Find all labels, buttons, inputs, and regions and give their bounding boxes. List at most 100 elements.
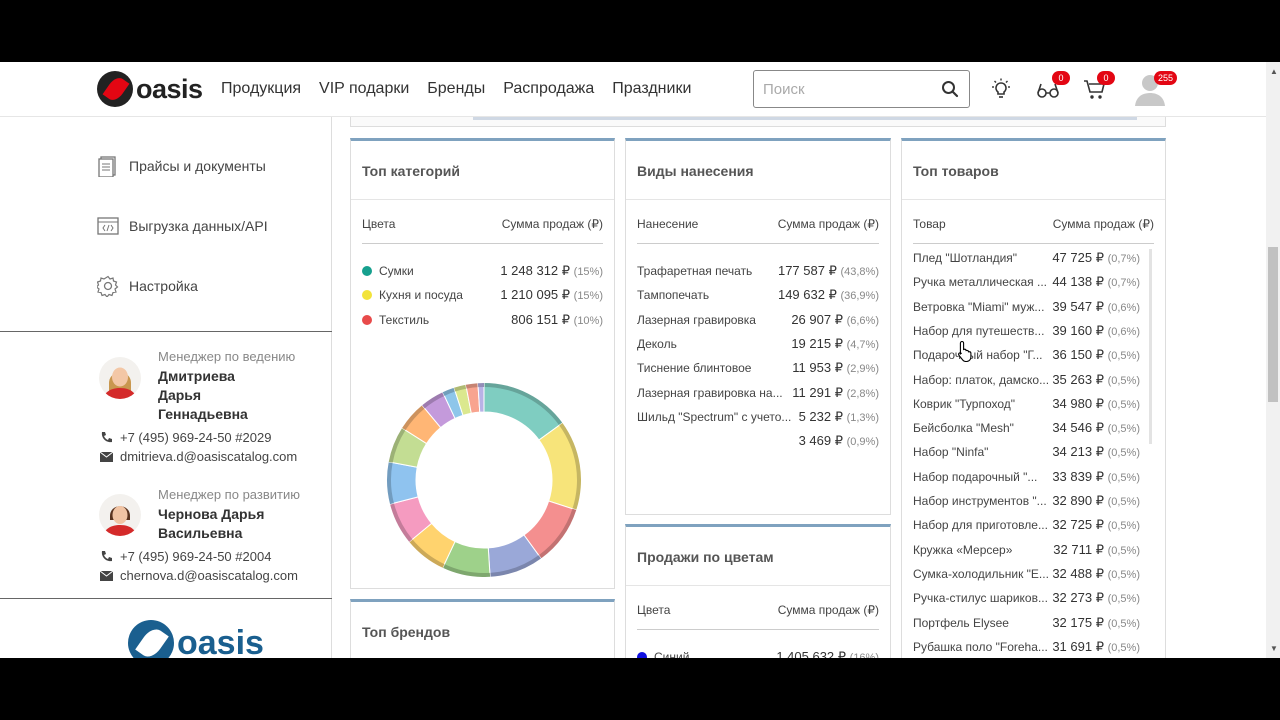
list-item-value: 1 248 312 ₽ (15%): [500, 263, 603, 278]
legend-dot: [637, 652, 647, 658]
panel-divider: [626, 199, 890, 200]
panel-title: Топ товаров: [913, 163, 999, 179]
header-underline: [913, 243, 1154, 244]
main-nav: Продукция VIP подарки Бренды Распродажа …: [221, 80, 691, 98]
manager-name: Васильевна: [158, 525, 243, 541]
list-item-value: 32 711 ₽ (0,5%): [1053, 541, 1140, 557]
list-item-label: Сумка-холодильник "Е...: [913, 566, 1049, 581]
manager-role: Менеджер по ведению: [158, 349, 296, 364]
application-types-panel: Виды нанесения Нанесение Сумма продаж (₽…: [625, 138, 891, 515]
list-item-value: 44 138 ₽ (0,7%): [1052, 274, 1140, 290]
panel-divider: [351, 199, 614, 200]
donut-slice[interactable]: [538, 422, 582, 511]
list-item-label: Кухня и посуда: [362, 288, 463, 302]
products-scrollbar[interactable]: [1149, 249, 1152, 444]
page-scrollbar[interactable]: ▲ ▼: [1266, 62, 1280, 658]
list-item-label: Набор подарочный "...: [913, 469, 1038, 484]
list-item-label: Деколь: [637, 336, 677, 351]
search-input[interactable]: [754, 71, 924, 107]
nav-sale[interactable]: Распродажа: [503, 80, 594, 98]
list-item-label: Портфель Elysee: [913, 615, 1009, 630]
sidebar-item-settings[interactable]: Настройка: [97, 275, 198, 297]
list-item-label: Подарочный набор "Г...: [913, 348, 1043, 363]
list-item-label: Текстиль: [362, 313, 429, 327]
nav-brands[interactable]: Бренды: [427, 80, 485, 98]
list-item-value: 1 405 632 ₽ (16%): [776, 649, 879, 658]
list-item-label: Рубашка поло "Foreha...: [913, 639, 1048, 654]
list-item-value: 26 907 ₽ (6,6%): [791, 311, 879, 327]
email-text: dmitrieva.d@oasiscatalog.com: [120, 449, 298, 464]
manager-email[interactable]: dmitrieva.d@oasiscatalog.com: [100, 449, 297, 464]
list-item-label: Коврик "Турпоход": [913, 396, 1016, 411]
list-item-value: 32 273 ₽ (0,5%): [1052, 590, 1140, 606]
list-item-label: Набор для путешеств...: [913, 323, 1045, 338]
list-item-value: 39 160 ₽ (0,6%): [1052, 322, 1140, 338]
list-item-value: 34 980 ₽ (0,5%): [1052, 395, 1140, 411]
sidebar-item-data-export-api[interactable]: Выгрузка данных/API: [97, 215, 268, 237]
document-icon: [98, 156, 116, 177]
column-header: Цвета: [362, 217, 396, 231]
scroll-down-arrow-icon[interactable]: ▼: [1270, 644, 1278, 653]
hand-cursor-icon: [958, 340, 972, 362]
list-item-label: Лазерная гравировка: [637, 312, 756, 327]
list-item-label: Сумки: [362, 264, 414, 278]
list-item-value: 11 291 ₽ (2,8%): [792, 384, 879, 400]
header-underline: [362, 243, 603, 244]
oasis-logo[interactable]: oasis: [97, 71, 203, 107]
panel-title: Топ брендов: [362, 624, 451, 640]
logo-text: oasis: [136, 73, 203, 104]
nav-products[interactable]: Продукция: [221, 80, 301, 98]
scroll-up-arrow-icon[interactable]: ▲: [1270, 67, 1278, 76]
lightbulb-icon[interactable]: [989, 78, 1013, 102]
sidebar-item-label: Выгрузка данных/API: [129, 218, 268, 234]
list-item-label: Тиснение блинтовое: [637, 361, 752, 376]
email-text: chernova.d@oasiscatalog.com: [120, 568, 298, 583]
filter-strip-bar: [473, 117, 1137, 120]
list-item-label: Лазерная гравировка на...: [637, 385, 783, 400]
list-item-label: Ручка-стилус шариков...: [913, 591, 1048, 606]
logo-text: oasis: [177, 623, 264, 659]
list-item-label: Ручка металлическая ...: [913, 275, 1047, 290]
list-item-label: Кружка «Мерсер»: [913, 542, 1013, 557]
list-item-value: 47 725 ₽ (0,7%): [1052, 250, 1140, 265]
header-underline: [637, 243, 879, 244]
search-icon[interactable]: [941, 80, 959, 98]
header-underline: [637, 629, 879, 630]
manager-phone[interactable]: +7 (495) 969-24-50 #2004: [100, 549, 271, 564]
sidebar-divider: [0, 598, 332, 599]
list-item-value: 177 587 ₽ (43,8%): [777, 263, 879, 278]
sales-by-color-panel: Продажи по цветам Цвета Сумма продаж (₽)…: [625, 524, 891, 658]
legend-dot: [362, 314, 372, 325]
list-item-value: 34 546 ₽ (0,5%): [1052, 420, 1140, 436]
panel-title: Виды нанесения: [637, 163, 754, 179]
list-item-label: Набор для приготовле...: [913, 518, 1048, 533]
list-item-value: 19 215 ₽ (4,7%): [791, 335, 879, 351]
footer-oasis-logo: oasis: [128, 620, 264, 658]
list-item-value: 36 150 ₽ (0,5%): [1052, 347, 1140, 363]
categories-donut-chart[interactable]: [385, 381, 583, 579]
manager-email[interactable]: chernova.d@oasiscatalog.com: [100, 568, 298, 583]
manager-name: Дарья: [158, 387, 202, 403]
sidebar-item-label: Настройка: [129, 278, 198, 294]
column-header: Товар: [913, 217, 946, 231]
list-item-value: 806 151 ₽ (10%): [511, 311, 603, 327]
manager-phone[interactable]: +7 (495) 969-24-50 #2029: [100, 430, 271, 445]
list-item-value: 33 839 ₽ (0,5%): [1052, 468, 1140, 484]
gear-icon: [97, 275, 119, 297]
list-item-label: Тампопечать: [637, 288, 710, 303]
filter-strip: [350, 117, 1166, 127]
column-header: Нанесение: [637, 217, 699, 231]
list-item-value: 39 547 ₽ (0,6%): [1052, 298, 1140, 314]
list-item-value: 1 210 095 ₽ (15%): [500, 287, 603, 303]
manager-photo-avatar: [99, 494, 141, 536]
cart-count-badge: 0: [1097, 71, 1115, 85]
list-item-value: 31 691 ₽ (0,5%): [1052, 638, 1140, 654]
nav-holidays[interactable]: Праздники: [612, 80, 691, 98]
scrollbar-thumb[interactable]: [1268, 247, 1278, 402]
browser-viewport: oasis Продукция VIP подарки Бренды Распр…: [0, 62, 1280, 658]
notifications-badge: 255: [1154, 71, 1178, 85]
list-item-label: Ветровка "Miami" муж...: [913, 299, 1045, 314]
sidebar-item-prices-documents[interactable]: Прайсы и документы: [97, 155, 266, 177]
list-item-value: 32 488 ₽ (0,5%): [1052, 565, 1140, 581]
nav-vip-gifts[interactable]: VIP подарки: [319, 80, 409, 98]
